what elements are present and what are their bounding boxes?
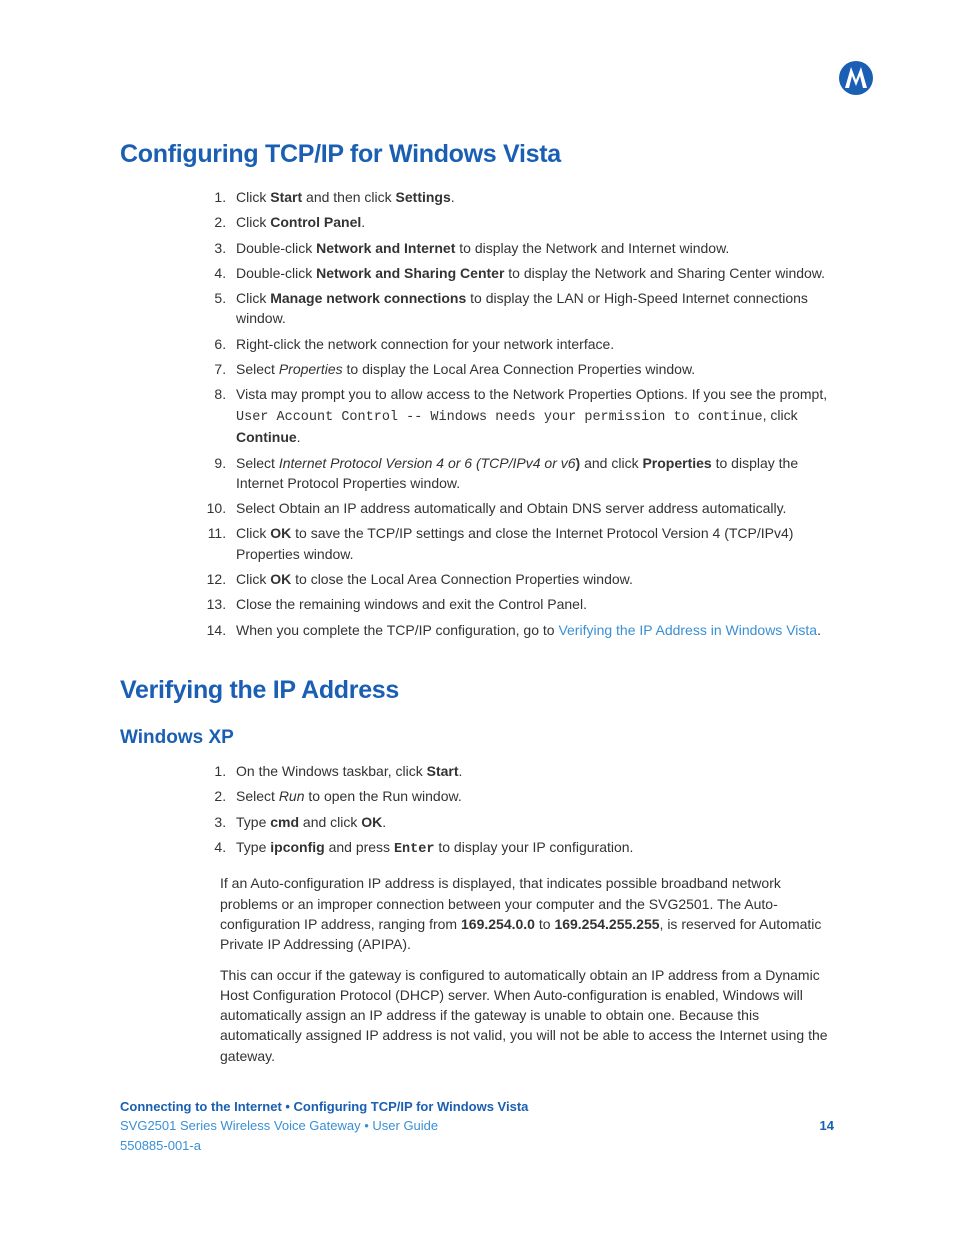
- list-item: Right-click the network connection for y…: [230, 334, 834, 354]
- section-heading-verifying: Verifying the IP Address: [120, 676, 834, 705]
- list-item: Select Obtain an IP address automaticall…: [230, 498, 834, 518]
- subsection-heading-xp: Windows XP: [120, 727, 834, 749]
- list-item: Click Start and then click Settings.: [230, 187, 834, 207]
- list-item: Type ipconfig and press Enter to display…: [230, 837, 834, 860]
- list-item: Double-click Network and Sharing Center …: [230, 263, 834, 283]
- list-item: Click OK to close the Local Area Connect…: [230, 569, 834, 589]
- verifying-ip-vista-link[interactable]: Verifying the IP Address in Windows Vist…: [558, 622, 817, 638]
- list-item: Vista may prompt you to allow access to …: [230, 384, 834, 447]
- list-item: Select Internet Protocol Version 4 or 6 …: [230, 453, 834, 494]
- list-item: Click Control Panel.: [230, 212, 834, 232]
- page-footer: Connecting to the Internet • Configuring…: [120, 1097, 834, 1156]
- list-item: On the Windows taskbar, click Start.: [230, 761, 834, 781]
- footer-guide-title: SVG2501 Series Wireless Voice Gateway • …: [120, 1118, 438, 1133]
- list-item: Click Manage network connections to disp…: [230, 288, 834, 329]
- motorola-logo-icon: [838, 60, 874, 96]
- list-item: Type cmd and click OK.: [230, 812, 834, 832]
- document-page: Configuring TCP/IP for Windows Vista Cli…: [0, 0, 954, 1235]
- footer-document-number: 550885-001-a: [120, 1136, 834, 1156]
- list-item: Double-click Network and Internet to dis…: [230, 238, 834, 258]
- autoconfig-paragraph-1: If an Auto-configuration IP address is d…: [220, 873, 834, 954]
- list-item: Select Run to open the Run window.: [230, 786, 834, 806]
- list-item: Close the remaining windows and exit the…: [230, 594, 834, 614]
- configuring-steps-list: Click Start and then click Settings. Cli…: [120, 187, 834, 640]
- footer-page-number: 14: [820, 1116, 834, 1136]
- list-item: When you complete the TCP/IP configurati…: [230, 620, 834, 640]
- list-item: Click OK to save the TCP/IP settings and…: [230, 523, 834, 564]
- section-heading-configuring: Configuring TCP/IP for Windows Vista: [120, 140, 834, 169]
- autoconfig-paragraph-2: This can occur if the gateway is configu…: [220, 965, 834, 1066]
- list-item: Select Properties to display the Local A…: [230, 359, 834, 379]
- footer-breadcrumb: Connecting to the Internet • Configuring…: [120, 1097, 834, 1117]
- verifying-steps-list: On the Windows taskbar, click Start. Sel…: [120, 761, 834, 859]
